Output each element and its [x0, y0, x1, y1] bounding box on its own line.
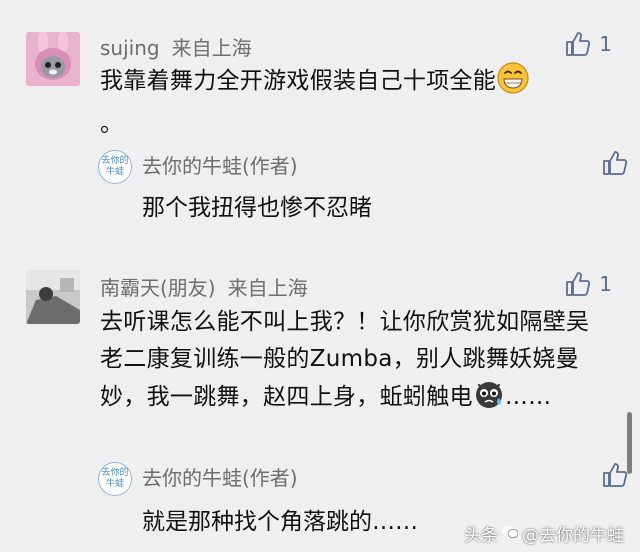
like-button[interactable]: 1 [565, 31, 612, 57]
comment-header: sujing 来自上海 [100, 32, 252, 61]
author-reply: 去你的牛蛙 去你的牛蛙(作者) 那个我扭得也惨不忍睹 [98, 148, 628, 228]
watermark: 头条 @去你的牛蛙 [464, 521, 624, 546]
like-count: 1 [599, 32, 612, 56]
thumbs-up-icon [565, 271, 591, 297]
scrollbar[interactable] [627, 412, 632, 474]
like-count: 1 [599, 272, 612, 296]
username[interactable]: 南霸天(朋友) [100, 276, 216, 300]
wechat-icon [502, 524, 519, 544]
comment-text: 去听课怎么能不叫上我？！让你欣赏犹如隔壁吴老二康复训练一般的Zumba，别人跳舞… [100, 304, 605, 422]
reply-author[interactable]: 去你的牛蛙(作者) [142, 462, 298, 491]
location-label: 来自上海 [171, 36, 252, 60]
username[interactable]: sujing [100, 36, 160, 60]
thumbs-up-icon [565, 31, 591, 57]
thumbs-up-icon[interactable] [602, 462, 628, 492]
location-label: 来自上海 [227, 276, 308, 300]
grinning-emoji [496, 62, 530, 106]
crying-face-emoji [473, 378, 505, 422]
author-avatar[interactable]: 去你的牛蛙 [98, 462, 132, 496]
reply-text: 就是那种找个角落跳的…… [142, 509, 418, 535]
watermark-account: @去你的牛蛙 [522, 526, 624, 546]
author-avatar[interactable]: 去你的牛蛙 [98, 150, 132, 184]
watermark-prefix: 头条 [464, 526, 498, 546]
avatar-nanbatian[interactable] [26, 270, 80, 324]
like-button[interactable]: 1 [565, 271, 612, 297]
avatar-sujing[interactable] [26, 32, 80, 86]
reply-author[interactable]: 去你的牛蛙(作者) [142, 150, 298, 179]
reply-text: 那个我扭得也惨不忍睹 [142, 195, 372, 221]
comment-header: 南霸天(朋友) 来自上海 [100, 272, 308, 301]
comment-text: 我靠着舞力全开游戏假装自己十项全能 。 [100, 62, 600, 143]
thumbs-up-icon[interactable] [602, 150, 628, 180]
